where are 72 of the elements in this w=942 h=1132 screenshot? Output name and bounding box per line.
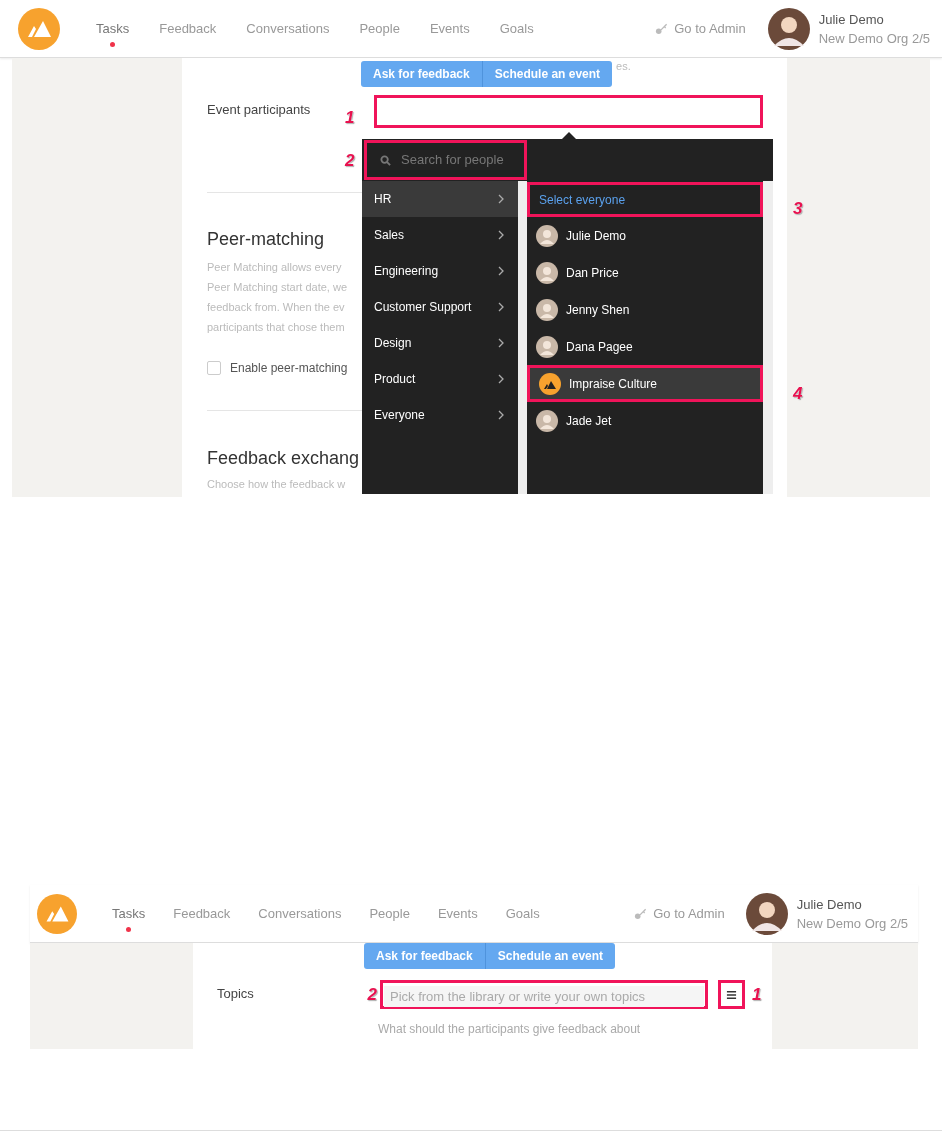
nav-tab[interactable]: Feedback: [173, 894, 231, 933]
nav-tab[interactable]: Goals: [505, 894, 540, 933]
org-name: New Demo Org 2/5: [818, 29, 930, 48]
avatar-icon: [767, 7, 810, 50]
help-text: es.: [616, 59, 631, 74]
checkbox-label: Enable peer-matching: [230, 360, 348, 377]
nav-tab[interactable]: Events: [429, 9, 470, 48]
avatar-icon: [745, 892, 788, 935]
logo-icon: [539, 372, 561, 395]
menu-icon: [726, 989, 737, 1000]
person-option[interactable]: Impraise Culture: [527, 365, 763, 402]
field-label: Topics: [217, 985, 255, 1003]
description-text: participants that chose them: [207, 320, 346, 335]
callout-number: 1: [752, 983, 762, 1006]
logo-icon: [18, 7, 60, 50]
nav-tab[interactable]: People: [369, 894, 410, 933]
action-button[interactable]: Ask for feedback: [361, 60, 483, 87]
scrollbar[interactable]: [763, 181, 773, 494]
action-button[interactable]: Schedule an event: [485, 943, 616, 969]
search-icon: [380, 154, 391, 166]
callout-number: 3: [793, 198, 803, 220]
section-heading: Peer-matching: [207, 228, 325, 251]
menu-button[interactable]: [718, 980, 745, 1009]
avatar-icon: [536, 298, 558, 321]
nav-tab[interactable]: Conversations: [258, 894, 342, 933]
chevron-right-icon: [498, 374, 504, 384]
callout-number: 1: [345, 106, 355, 129]
chevron-right-icon: [498, 230, 504, 240]
admin-link[interactable]: Go to Admin: [634, 903, 725, 924]
topics-field[interactable]: Pick from the library or write your own topics: [380, 980, 708, 1009]
scrollbar[interactable]: [518, 181, 527, 494]
nav-tab[interactable]: Goals: [499, 9, 534, 48]
avatar-icon: [536, 409, 558, 432]
action-button[interactable]: Schedule an event: [482, 60, 613, 87]
group-item[interactable]: HR: [362, 181, 518, 217]
chevron-right-icon: [498, 194, 504, 204]
nav-tab[interactable]: Conversations: [246, 9, 330, 48]
logo-icon: [37, 893, 77, 934]
chevron-right-icon: [498, 410, 504, 420]
checkbox[interactable]: [207, 361, 221, 375]
description-text: Peer Matching start date, we: [207, 280, 347, 295]
nav-tab[interactable]: Feedback: [159, 9, 217, 48]
user-name: Julie Demo: [796, 895, 863, 914]
action-button[interactable]: Ask for feedback: [364, 943, 486, 969]
help-text: What should the participants give feedback about: [378, 1021, 642, 1038]
key-icon: [634, 907, 648, 920]
avatar-icon: [536, 261, 558, 284]
nav-tab[interactable]: People: [359, 9, 400, 48]
key-icon: [655, 22, 669, 35]
search-field[interactable]: Search for people: [364, 140, 527, 180]
search-input[interactable]: Search for people: [401, 150, 521, 170]
description-text: feedback from. When the ev: [207, 300, 346, 315]
nav-tab[interactable]: Events: [437, 894, 478, 933]
select-everyone-option[interactable]: Select everyone: [527, 182, 763, 217]
chevron-right-icon: [498, 266, 504, 276]
description-text: Peer Matching allows every: [207, 260, 343, 275]
avatar-icon: [536, 224, 558, 247]
nav-tab[interactable]: Tasks: [112, 894, 146, 933]
user-name: Julie Demo: [818, 10, 885, 29]
org-name: New Demo Org 2/5: [796, 914, 908, 933]
nav-tab[interactable]: Tasks: [96, 9, 130, 48]
field-label: Event participants: [207, 100, 312, 119]
participants-field[interactable]: [374, 94, 763, 128]
section-heading: Feedback exchang: [207, 447, 360, 470]
admin-link[interactable]: Go to Admin: [655, 18, 746, 39]
chevron-right-icon: [498, 338, 504, 348]
callout-number: 2: [345, 150, 355, 172]
chevron-right-icon: [498, 302, 504, 312]
description-text: Choose how the feedback w: [207, 477, 346, 492]
avatar-icon: [536, 335, 558, 358]
callout-number: 4: [793, 383, 803, 405]
callout-number: 2: [367, 983, 377, 1006]
